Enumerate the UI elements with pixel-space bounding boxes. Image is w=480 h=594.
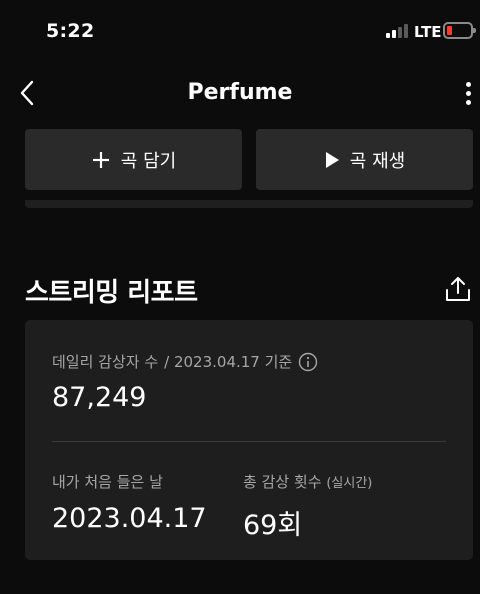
battery-icon [443, 22, 476, 39]
plus-icon [92, 151, 109, 168]
screen: 5:22 LTE Perfume 곡 담기 곡 재생 스트리밍 리포트 데일리 … [0, 0, 480, 594]
add-song-label: 곡 담기 [120, 150, 177, 172]
add-song-button[interactable]: 곡 담기 [25, 129, 242, 190]
total-plays-value: 69회 [243, 510, 303, 541]
page-title: Perfume [187, 80, 293, 105]
info-icon[interactable] [298, 352, 318, 372]
share-button[interactable] [444, 275, 472, 303]
play-song-label: 곡 재생 [349, 150, 406, 172]
report-card: 데일리 감상자 수 / 2023.04.17 기준 87,249 내가 처음 들… [25, 320, 473, 560]
section-divider-bar [25, 200, 473, 208]
play-song-button[interactable]: 곡 재생 [256, 129, 473, 190]
card-divider [52, 441, 446, 442]
first-listen-label: 내가 처음 들은 날 [52, 473, 163, 491]
status-time: 5:22 [46, 20, 95, 42]
play-icon [325, 151, 339, 168]
total-plays-label: 총 감상 횟수 [243, 473, 322, 491]
daily-listeners-value: 87,249 [52, 382, 147, 413]
first-listen-value: 2023.04.17 [52, 503, 207, 534]
total-plays-sub: (실시간) [326, 476, 373, 491]
more-options-button[interactable] [456, 76, 480, 110]
report-title: 스트리밍 리포트 [25, 278, 198, 308]
daily-listeners-label: 데일리 감상자 수 [52, 353, 159, 371]
total-plays-label-row: 총 감상 횟수 (실시간) [243, 471, 372, 492]
network-type: LTE [414, 23, 442, 41]
share-icon [446, 277, 470, 301]
signal-icon [386, 24, 408, 38]
daily-listeners-label-row: 데일리 감상자 수 / 2023.04.17 기준 [52, 351, 318, 372]
daily-listeners-date: / 2023.04.17 기준 [164, 353, 293, 371]
